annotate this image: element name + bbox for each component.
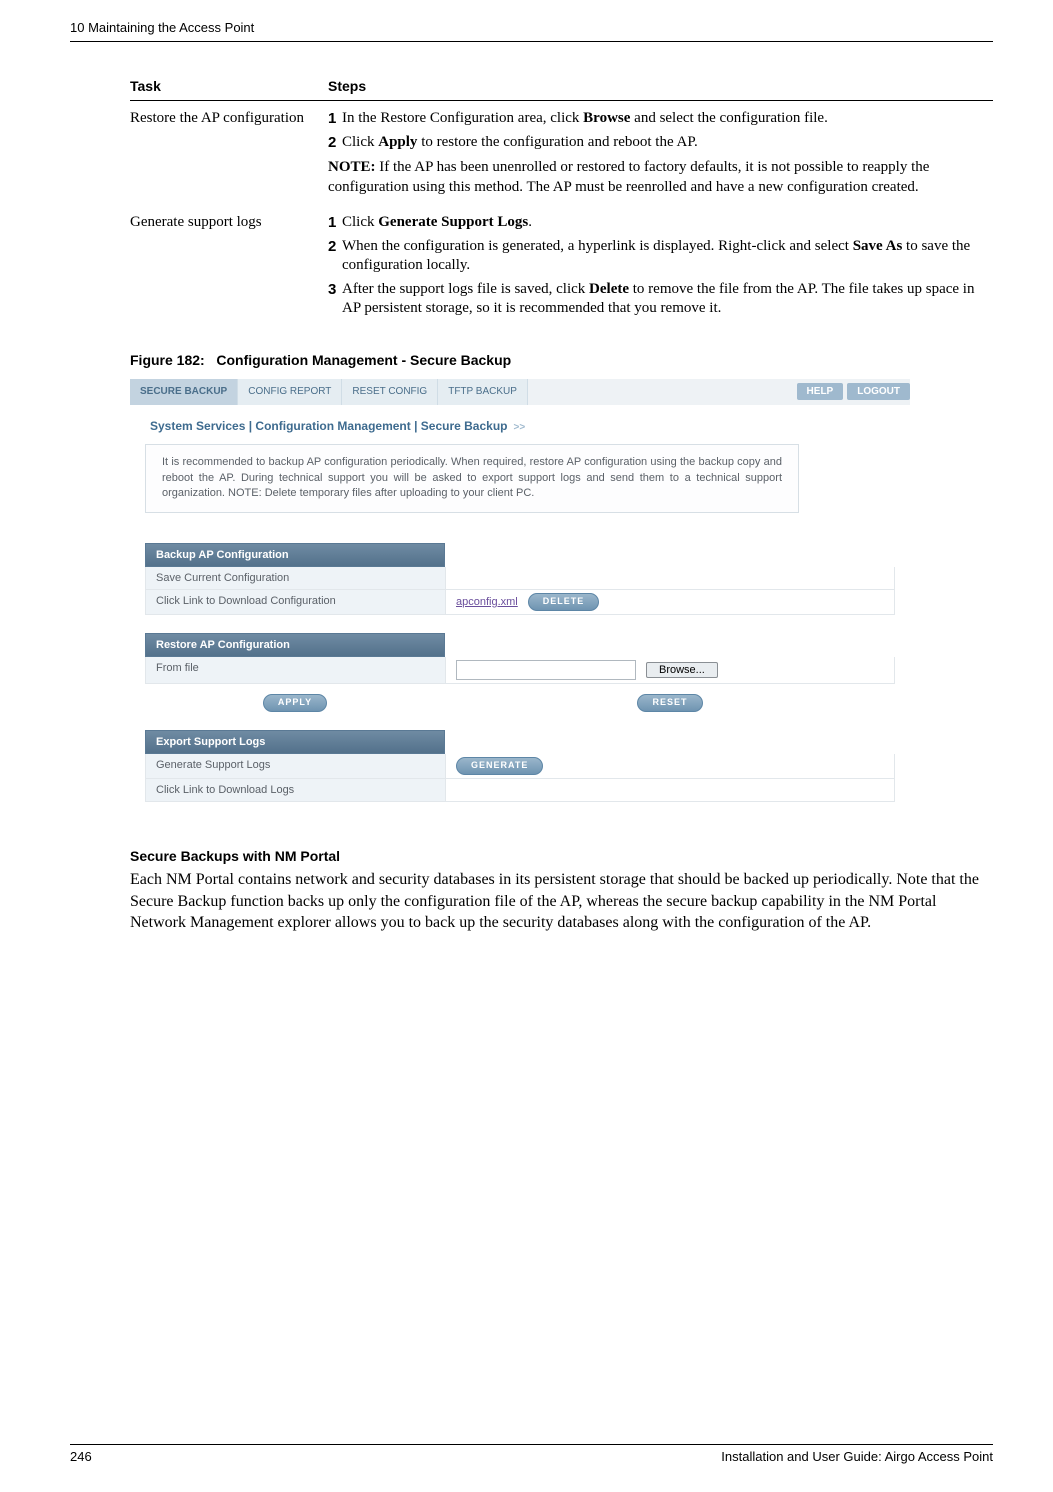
tab-secure-backup[interactable]: SECURE BACKUP: [130, 379, 238, 405]
step-number: 1: [328, 109, 342, 129]
task-cell-generate-logs: Generate support logs: [130, 205, 328, 331]
step-text: Click Apply to restore the configuration…: [342, 133, 985, 153]
table-row: Generate support logs 1 Click Generate S…: [130, 205, 993, 331]
running-header: 10 Maintaining the Access Point: [70, 20, 993, 42]
from-file-input[interactable]: [456, 660, 636, 680]
note-text: NOTE: If the AP has been unenrolled or r…: [328, 158, 985, 197]
table-row: Restore the AP configuration 1 In the Re…: [130, 101, 993, 206]
step-number: 2: [328, 237, 342, 276]
step-text: Click Generate Support Logs.: [342, 213, 985, 233]
section-header-backup: Backup AP Configuration: [145, 543, 445, 567]
label-generate-logs: Generate Support Logs: [146, 754, 446, 778]
step-number: 1: [328, 213, 342, 233]
browse-button[interactable]: Browse...: [646, 662, 718, 678]
generate-button[interactable]: GENERATE: [456, 757, 543, 775]
label-download-logs: Click Link to Download Logs: [146, 779, 446, 801]
step-text: In the Restore Configuration area, click…: [342, 109, 985, 129]
section-header-export: Export Support Logs: [145, 730, 445, 754]
breadcrumb-arrow-icon: >>: [514, 422, 526, 433]
tab-bar: SECURE BACKUP CONFIG REPORT RESET CONFIG…: [130, 379, 910, 405]
page-number: 246: [70, 1449, 92, 1466]
tab-tftp-backup[interactable]: TFTP BACKUP: [438, 379, 528, 405]
label-from-file: From file: [146, 657, 446, 683]
info-box: It is recommended to backup AP configura…: [145, 444, 799, 512]
screenshot-secure-backup: SECURE BACKUP CONFIG REPORT RESET CONFIG…: [130, 379, 910, 822]
footer-title: Installation and User Guide: Airgo Acces…: [721, 1449, 993, 1466]
task-cell-restore: Restore the AP configuration: [130, 101, 328, 206]
col-header-steps: Steps: [328, 72, 993, 101]
task-steps-table: Task Steps Restore the AP configuration …: [130, 72, 993, 331]
link-apconfig[interactable]: apconfig.xml: [456, 595, 518, 609]
logout-button[interactable]: LOGOUT: [847, 383, 910, 400]
breadcrumb: System Services | Configuration Manageme…: [130, 405, 910, 445]
page-footer: 246 Installation and User Guide: Airgo A…: [70, 1444, 993, 1466]
step-text: When the configuration is generated, a h…: [342, 237, 985, 276]
tab-reset-config[interactable]: RESET CONFIG: [342, 379, 438, 405]
figure-caption: Figure 182: Configuration Management - S…: [130, 351, 993, 369]
tab-config-report[interactable]: CONFIG REPORT: [238, 379, 342, 405]
col-header-task: Task: [130, 72, 328, 101]
step-number: 3: [328, 280, 342, 319]
step-text: After the support logs file is saved, cl…: [342, 280, 985, 319]
step-number: 2: [328, 133, 342, 153]
help-button[interactable]: HELP: [797, 383, 844, 400]
subheading-nm-portal: Secure Backups with NM Portal: [130, 847, 993, 865]
apply-button[interactable]: APPLY: [263, 694, 327, 712]
label-save-current: Save Current Configuration: [146, 567, 446, 589]
delete-button[interactable]: DELETE: [528, 593, 600, 611]
label-download-config: Click Link to Download Configuration: [146, 590, 446, 614]
reset-button[interactable]: RESET: [637, 694, 702, 712]
body-nm-portal: Each NM Portal contains network and secu…: [130, 869, 993, 934]
section-header-restore: Restore AP Configuration: [145, 633, 445, 657]
